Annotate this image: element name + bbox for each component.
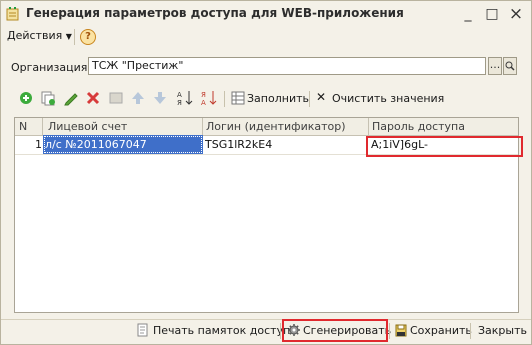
svg-text:A: A — [177, 91, 182, 99]
clear-icon: ✕ — [316, 90, 327, 104]
add-icon[interactable] — [17, 89, 35, 107]
app-icon — [6, 7, 19, 21]
maximize-button[interactable]: □ — [482, 5, 502, 23]
clear-values-label: Очистить значения — [332, 92, 445, 105]
column-header-password[interactable]: Пароль доступа — [372, 120, 465, 133]
actions-menu[interactable]: Действия ▼ — [7, 29, 72, 42]
fill-icon — [231, 91, 245, 105]
title-bar: Генерация параметров доступа для WEB-при… — [1, 1, 531, 27]
column-header-account[interactable]: Лицевой счет — [48, 120, 127, 133]
footer-divider — [389, 323, 390, 339]
delete-icon[interactable] — [84, 89, 102, 107]
sort-asc-icon[interactable]: AЯ — [176, 89, 194, 107]
footer-divider — [280, 323, 281, 339]
menu-divider — [74, 29, 75, 45]
column-header-n[interactable]: N — [19, 120, 27, 133]
column-divider — [368, 118, 369, 135]
close-button[interactable]: × — [506, 5, 526, 23]
login-cell[interactable]: TSG1lR2kE4 — [203, 135, 369, 154]
window-title: Генерация параметров доступа для WEB-при… — [26, 6, 404, 20]
move-down-icon[interactable] — [151, 89, 169, 107]
organization-field[interactable]: ТСЖ "Престиж" — [88, 57, 486, 75]
close-form-button[interactable]: Закрыть — [478, 323, 527, 339]
move-up-icon[interactable] — [129, 89, 147, 107]
minimize-button[interactable]: _ — [458, 5, 478, 23]
footer-divider — [470, 323, 471, 339]
sort-desc-icon[interactable]: ЯA — [200, 89, 218, 107]
organization-label: Организация: — [11, 61, 92, 74]
generate-highlight-frame — [282, 319, 388, 342]
organization-select-button[interactable]: ... — [488, 57, 502, 75]
table-toolbar: AЯ ЯA Заполнить ✕ Очистить значения — [1, 89, 531, 109]
password-highlight-frame — [366, 136, 523, 157]
search-icon[interactable] — [503, 57, 517, 75]
svg-text:A: A — [201, 99, 206, 107]
chevron-down-icon: ▼ — [65, 32, 72, 41]
save-label: Сохранить — [410, 324, 472, 337]
svg-text:Я: Я — [177, 99, 182, 107]
footer-bar: Печать памяток доступа Сгенерировать Сох… — [1, 319, 531, 342]
column-divider — [202, 118, 203, 135]
svg-text:Я: Я — [201, 91, 206, 99]
column-divider — [42, 118, 43, 135]
column-header-login[interactable]: Логин (идентификатор) — [206, 120, 346, 133]
toolbar-divider — [309, 91, 310, 107]
end-edit-icon[interactable] — [107, 89, 125, 107]
save-icon — [395, 324, 407, 337]
row-number: 1 — [35, 138, 42, 151]
help-icon[interactable]: ? — [80, 29, 96, 45]
edit-icon[interactable] — [62, 89, 80, 107]
actions-menu-label: Действия — [7, 29, 63, 42]
print-icon — [137, 323, 148, 337]
fill-label: Заполнить — [247, 92, 309, 105]
window: Генерация параметров доступа для WEB-при… — [0, 0, 532, 345]
account-cell[interactable]: л/с №2011067047 — [43, 135, 203, 154]
table-header: N Лицевой счет Логин (идентификатор) Пар… — [15, 118, 518, 136]
copy-icon[interactable] — [39, 89, 57, 107]
menu-bar: Действия ▼ ? — [1, 27, 531, 47]
toolbar-divider — [224, 91, 225, 107]
print-memos-label: Печать памяток доступа — [153, 324, 298, 337]
